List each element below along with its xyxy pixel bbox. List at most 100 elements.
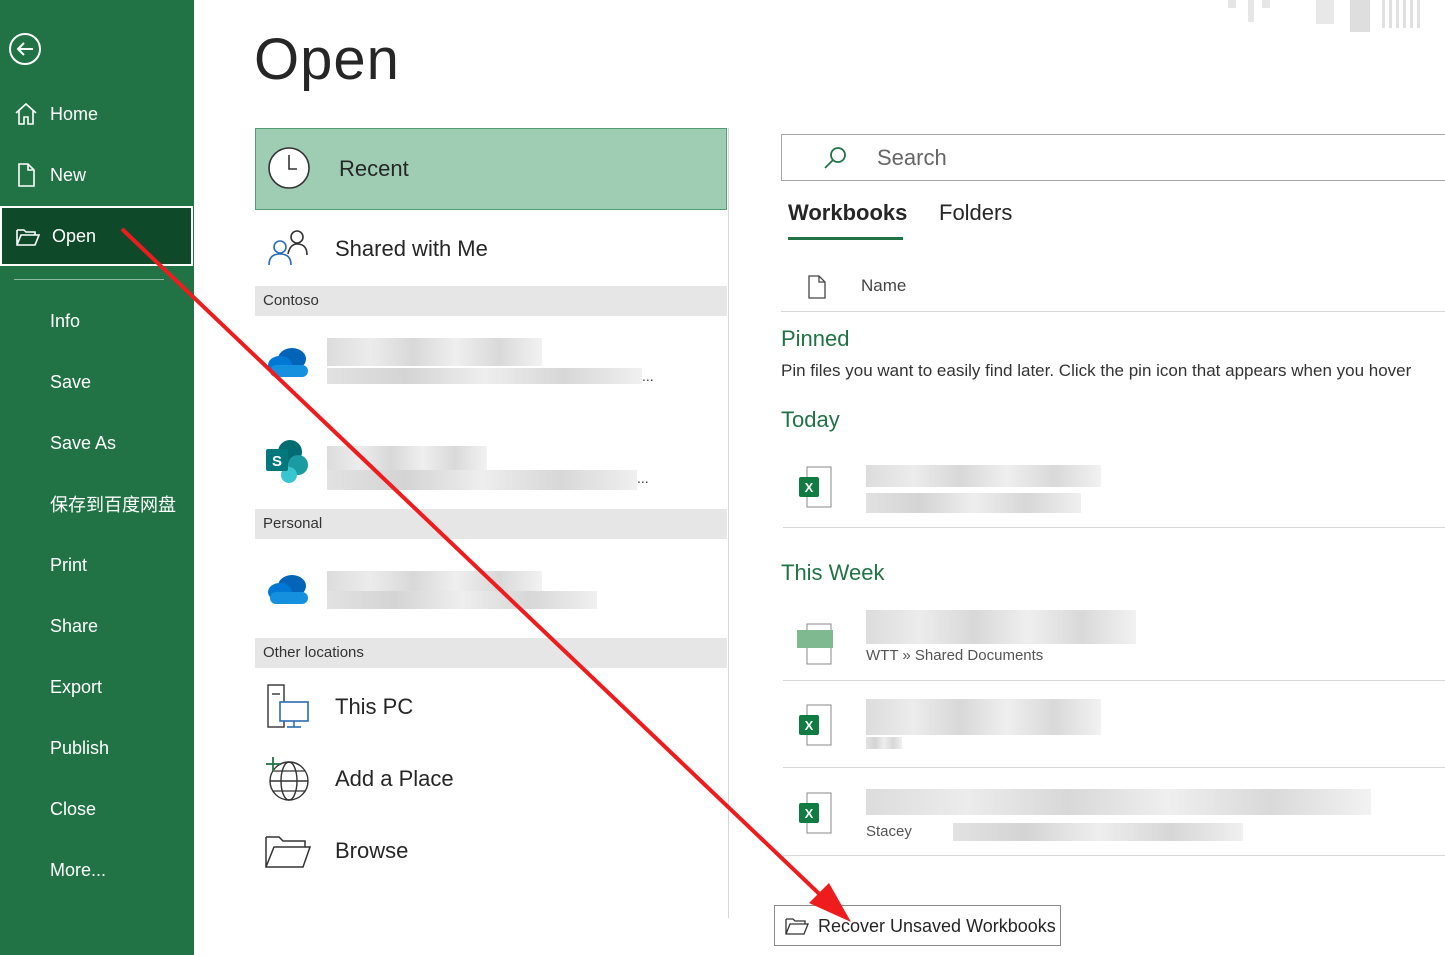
nav-save-as[interactable]: Save As xyxy=(0,415,194,471)
nav-export[interactable]: Export xyxy=(0,659,194,715)
nav-more-label: More... xyxy=(50,859,107,880)
browse-icon-wrap xyxy=(263,826,313,876)
blurred-text xyxy=(327,470,637,490)
location-this-pc-label: This PC xyxy=(335,694,414,719)
group-title-pinned: Pinned xyxy=(781,326,850,351)
globe-add-icon xyxy=(266,757,309,801)
folder-open-icon xyxy=(265,836,312,868)
page-title: Open xyxy=(254,27,400,92)
nav-home-label: Home xyxy=(50,103,99,124)
tab-folders[interactable]: Folders xyxy=(939,200,1012,240)
nav-home[interactable]: Home xyxy=(0,86,194,142)
file-row[interactable]: WTT » Shared Documents xyxy=(783,600,1445,681)
people-icon xyxy=(268,230,308,266)
nav-print[interactable]: Print xyxy=(0,537,194,593)
add-place-icon-wrap xyxy=(263,754,313,804)
blurred-text xyxy=(866,737,902,749)
file-icon xyxy=(808,275,826,299)
nav-save-baidu[interactable]: 保存到百度网盘 xyxy=(0,476,194,532)
ellipsis: ... xyxy=(637,470,649,486)
recover-unsaved-workbooks-button[interactable]: Recover Unsaved Workbooks xyxy=(774,905,1061,946)
nav-info[interactable]: Info xyxy=(0,293,194,349)
nav-publish[interactable]: Publish xyxy=(0,720,194,776)
onedrive-icon-wrap xyxy=(263,563,313,613)
nav-print-label: Print xyxy=(50,554,88,575)
blurred-text xyxy=(327,338,542,366)
home-icon xyxy=(15,102,37,125)
file-list-header: Name xyxy=(781,266,1445,312)
blurred-text xyxy=(866,699,1101,735)
location-recent-label: Recent xyxy=(339,156,409,181)
back-button[interactable] xyxy=(8,32,42,66)
blurred-text xyxy=(866,789,1371,815)
name-column-header[interactable]: Name xyxy=(861,276,906,296)
decorative-shape xyxy=(1228,0,1236,8)
decorative-shape xyxy=(1248,0,1254,22)
nav-export-label: Export xyxy=(50,676,103,697)
ellipsis: ... xyxy=(642,368,654,384)
nav-save-baidu-label: 保存到百度网盘 xyxy=(50,495,176,516)
nav-more[interactable]: More... xyxy=(0,842,194,898)
file-path: Stacey xyxy=(866,823,912,840)
nav-open[interactable]: Open xyxy=(0,206,193,266)
location-browse[interactable]: Browse xyxy=(255,820,727,882)
tab-workbooks[interactable]: Workbooks xyxy=(788,200,907,240)
decorative-shape xyxy=(1350,0,1370,32)
location-browse-label: Browse xyxy=(335,838,409,863)
section-header-other: Other locations xyxy=(255,638,727,668)
computer-icon xyxy=(267,684,309,728)
blurred-text xyxy=(866,493,1081,513)
section-header-personal: Personal xyxy=(255,509,727,539)
clock-icon xyxy=(268,147,310,189)
excel-file-icon: X xyxy=(799,466,832,508)
locations-panel: Recent Shared with Me Contoso ... S ... … xyxy=(255,128,727,918)
location-add-place[interactable]: Add a Place xyxy=(255,748,727,810)
search-box[interactable] xyxy=(781,134,1445,181)
nav-share[interactable]: Share xyxy=(0,598,194,654)
location-sharepoint[interactable]: S ... xyxy=(255,418,727,506)
folder-open-icon xyxy=(785,918,809,935)
blurred-text xyxy=(327,591,597,609)
blurred-text xyxy=(327,368,642,384)
nav-new[interactable]: New xyxy=(0,147,194,203)
nav-open-label: Open xyxy=(52,225,97,246)
location-shared[interactable]: Shared with Me xyxy=(255,214,727,284)
decorative-shape xyxy=(1382,0,1422,28)
file-row[interactable]: X xyxy=(783,447,1445,528)
new-document-icon xyxy=(18,163,35,187)
onedrive-icon-wrap xyxy=(263,336,313,386)
pinned-description: Pin files you want to easily find later.… xyxy=(781,361,1412,380)
file-row[interactable]: X xyxy=(783,687,1445,768)
file-row[interactable]: X Stacey xyxy=(783,773,1445,856)
decorative-shape xyxy=(1316,0,1334,24)
nav-close-label: Close xyxy=(50,798,97,819)
backstage-sidebar: Home New Open Info Save Save As 保存到百度网盘 … xyxy=(0,0,194,955)
location-onedrive-personal[interactable] xyxy=(255,541,727,633)
nav-divider xyxy=(14,279,164,280)
location-shared-label: Shared with Me xyxy=(335,236,488,261)
location-add-place-label: Add a Place xyxy=(335,766,454,791)
clock-icon-wrap xyxy=(264,143,314,193)
nav-new-label: New xyxy=(50,164,87,185)
location-this-pc[interactable]: This PC xyxy=(255,676,727,738)
nav-save-as-label: Save As xyxy=(50,432,117,453)
excel-file-icon: X xyxy=(799,792,832,834)
sharepoint-icon-wrap: S xyxy=(263,436,313,486)
back-arrow-icon xyxy=(9,33,41,65)
location-onedrive-contoso[interactable]: ... xyxy=(255,318,727,406)
svg-text:S: S xyxy=(272,453,282,470)
people-icon-wrap xyxy=(263,222,313,272)
excel-file-icon: X xyxy=(799,704,832,746)
svg-text:X: X xyxy=(805,718,814,733)
nav-save[interactable]: Save xyxy=(0,354,194,410)
recover-unsaved-workbooks-label: Recover Unsaved Workbooks xyxy=(818,916,1056,936)
sharepoint-icon: S xyxy=(266,440,308,483)
location-recent[interactable]: Recent xyxy=(255,128,727,210)
search-input[interactable] xyxy=(877,143,1417,173)
blurred-text xyxy=(866,465,1101,487)
open-folder-icon xyxy=(16,229,41,246)
onedrive-icon xyxy=(268,348,308,377)
nav-close[interactable]: Close xyxy=(0,781,194,837)
section-header-contoso: Contoso xyxy=(255,286,727,316)
nav-share-label: Share xyxy=(50,615,99,636)
